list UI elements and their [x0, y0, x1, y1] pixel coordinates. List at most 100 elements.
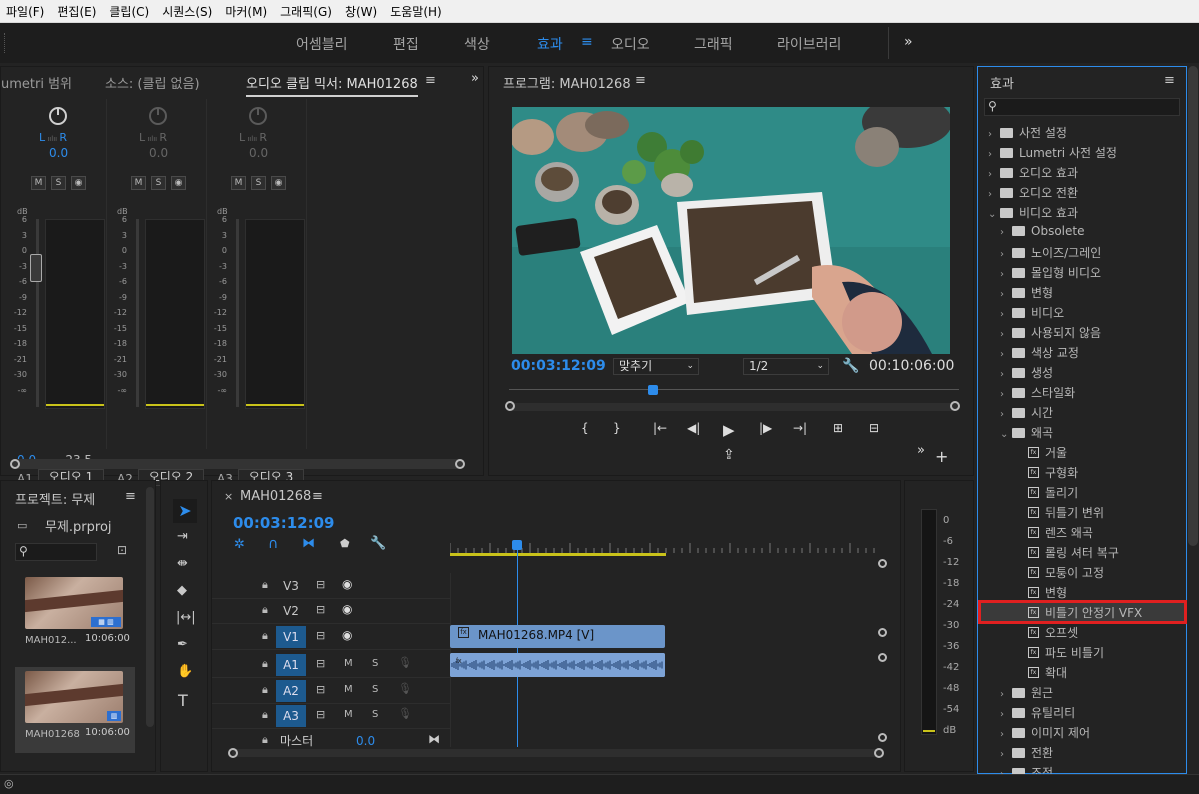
record-button[interactable]: ◉	[171, 176, 186, 190]
go-to-in-icon[interactable]: |←	[653, 421, 667, 435]
menu-item[interactable]: 클립(C)	[109, 3, 149, 20]
sync-lock-icon[interactable]: ⊟	[316, 603, 325, 616]
mute-button[interactable]: M	[344, 684, 353, 695]
effects-tree-item[interactable]: fx 뒤틀기 변위	[980, 502, 1185, 522]
tab-lumetri-scopes[interactable]: umetri 범위	[1, 73, 72, 92]
eye-icon[interactable]: ◉	[342, 602, 352, 616]
program-title[interactable]: 프로그램: MAH01268	[503, 73, 631, 92]
chevron-right-icon[interactable]: ›	[1000, 269, 1012, 280]
chevron-right-icon[interactable]: ›	[1000, 369, 1012, 380]
chevron-right-icon[interactable]: ›	[1000, 249, 1012, 260]
zoom-scrollbar[interactable]	[509, 403, 959, 411]
type-tool-icon[interactable]: T	[178, 691, 188, 710]
track-select-tool-icon[interactable]: ⇥	[177, 529, 188, 544]
new-bin-icon[interactable]: ⊡	[117, 543, 127, 557]
timeline-playhead-head[interactable]	[512, 540, 522, 550]
mark-in-icon[interactable]: {	[581, 421, 589, 435]
pen-tool-icon[interactable]: ✒	[177, 637, 188, 652]
workspace-more-icon[interactable]: »	[904, 34, 913, 50]
menu-item[interactable]: 파일(F)	[6, 3, 44, 20]
v-scroll-bottom[interactable]	[878, 628, 887, 637]
panel-menu-icon[interactable]: ≡	[312, 489, 323, 504]
mark-out-icon[interactable]: }	[613, 421, 621, 435]
lock-icon[interactable]: 🔒︎	[262, 683, 268, 697]
menu-item[interactable]: 시퀀스(S)	[162, 3, 212, 20]
panel-more-icon[interactable]: »	[471, 71, 479, 86]
eye-icon[interactable]: ◉	[342, 577, 352, 591]
workspace-tab[interactable]: 그래픽	[694, 34, 733, 54]
effects-tree-item[interactable]: fx 파도 비틀기	[980, 642, 1185, 662]
selection-tool-icon[interactable]: ➤	[173, 499, 197, 523]
record-button[interactable]: ◉	[71, 176, 86, 190]
chevron-down-icon[interactable]: ⌄	[1000, 429, 1012, 440]
nest-icon[interactable]: ✲	[234, 537, 245, 552]
effects-tree-item[interactable]: fx 돌리기	[980, 482, 1185, 502]
chevron-right-icon[interactable]: ›	[1000, 389, 1012, 400]
eye-icon[interactable]: ◉	[342, 628, 352, 642]
effects-tree-item[interactable]: › 색상 교정	[980, 342, 1185, 362]
workspace-tab[interactable]: 편집	[393, 34, 419, 54]
pan-value[interactable]: 0.0	[249, 146, 268, 160]
panel-menu-icon[interactable]: ≡	[1164, 73, 1175, 88]
overwrite-icon[interactable]: ⊟	[869, 421, 879, 435]
effects-tree-item[interactable]: fx 모퉁이 고정	[980, 562, 1185, 582]
mixer-scrollbar[interactable]	[11, 459, 463, 469]
panel-menu-icon[interactable]: ≡	[125, 489, 136, 504]
effects-tree-item[interactable]: › Lumetri 사전 설정	[980, 142, 1185, 162]
effects-tree-item[interactable]: › 생성	[980, 362, 1185, 382]
a-scroll-top[interactable]	[878, 653, 887, 662]
chevron-down-icon[interactable]: ⌄	[988, 209, 1000, 220]
ripple-edit-tool-icon[interactable]: ⇼	[177, 556, 188, 571]
lock-icon[interactable]: 🔒︎	[262, 578, 268, 592]
sync-lock-icon[interactable]: ⊟	[316, 629, 325, 642]
mute-button[interactable]: M	[231, 176, 246, 190]
chevron-right-icon[interactable]: ›	[1000, 409, 1012, 420]
solo-button[interactable]: S	[251, 176, 266, 190]
lock-icon[interactable]: 🔒︎	[262, 603, 268, 617]
lock-icon[interactable]: 🔒︎	[262, 733, 268, 747]
mute-button[interactable]: M	[31, 176, 46, 190]
chevron-right-icon[interactable]: ›	[988, 129, 1000, 140]
effects-tree-item[interactable]: › 몰입형 비디오	[980, 262, 1185, 282]
effects-tree-item[interactable]: › 스타일화	[980, 382, 1185, 402]
program-playhead[interactable]	[648, 385, 658, 395]
effects-tree-item[interactable]: fx 렌즈 왜곡	[980, 522, 1185, 542]
menu-item[interactable]: 마커(M)	[225, 3, 267, 20]
solo-button[interactable]: S	[372, 658, 378, 669]
chevron-right-icon[interactable]: ›	[988, 169, 1000, 180]
export-frame-icon[interactable]: ⇪	[723, 447, 735, 463]
resolution-dropdown[interactable]: 1/2 ⌄	[743, 358, 829, 375]
effects-scrollbar[interactable]	[1188, 66, 1198, 546]
solo-button[interactable]: S	[372, 684, 378, 695]
effects-tree-item[interactable]: fx 거울	[980, 442, 1185, 462]
menu-item[interactable]: 도움말(H)	[390, 3, 442, 20]
panel-menu-icon[interactable]: ≡	[425, 73, 436, 88]
mute-button[interactable]: M	[131, 176, 146, 190]
workspace-menu-icon[interactable]: ≡	[581, 34, 593, 50]
program-current-timecode[interactable]: 00:03:12:09	[511, 358, 606, 374]
step-back-icon[interactable]: ◀|	[687, 421, 700, 435]
chevron-right-icon[interactable]: ›	[1000, 689, 1012, 700]
track-target-toggle[interactable]: A2	[276, 680, 306, 702]
sync-lock-icon[interactable]: ⊟	[316, 708, 325, 721]
program-video-frame[interactable]	[512, 107, 950, 354]
scroll-handle-left[interactable]	[10, 459, 20, 469]
add-button-icon[interactable]: +	[935, 447, 948, 466]
project-item[interactable]: ▥ MAH01268 10:06:00	[15, 667, 135, 753]
fader-handle[interactable]	[30, 254, 42, 282]
pan-knob[interactable]	[149, 107, 167, 125]
fit-zoom-dropdown[interactable]: 맞추기 ⌄	[613, 358, 699, 375]
chevron-right-icon[interactable]: ›	[988, 189, 1000, 200]
sync-lock-icon[interactable]: ⊟	[316, 657, 325, 670]
razor-tool-icon[interactable]: ◆	[177, 583, 187, 598]
time-ruler[interactable]	[509, 389, 959, 390]
chevron-right-icon[interactable]: ›	[988, 149, 1000, 160]
effects-tree-item[interactable]: fx 롤링 셔터 복구	[980, 542, 1185, 562]
chevron-right-icon[interactable]: ›	[1000, 709, 1012, 720]
sequence-tab[interactable]: MAH01268	[240, 489, 311, 504]
track-target-toggle[interactable]: A1	[276, 654, 306, 676]
go-to-out-icon[interactable]: →|	[793, 421, 807, 435]
sync-lock-icon[interactable]: ⊟	[316, 578, 325, 591]
work-area-bar[interactable]	[450, 553, 666, 556]
workspace-tab[interactable]: 효과	[537, 34, 563, 54]
